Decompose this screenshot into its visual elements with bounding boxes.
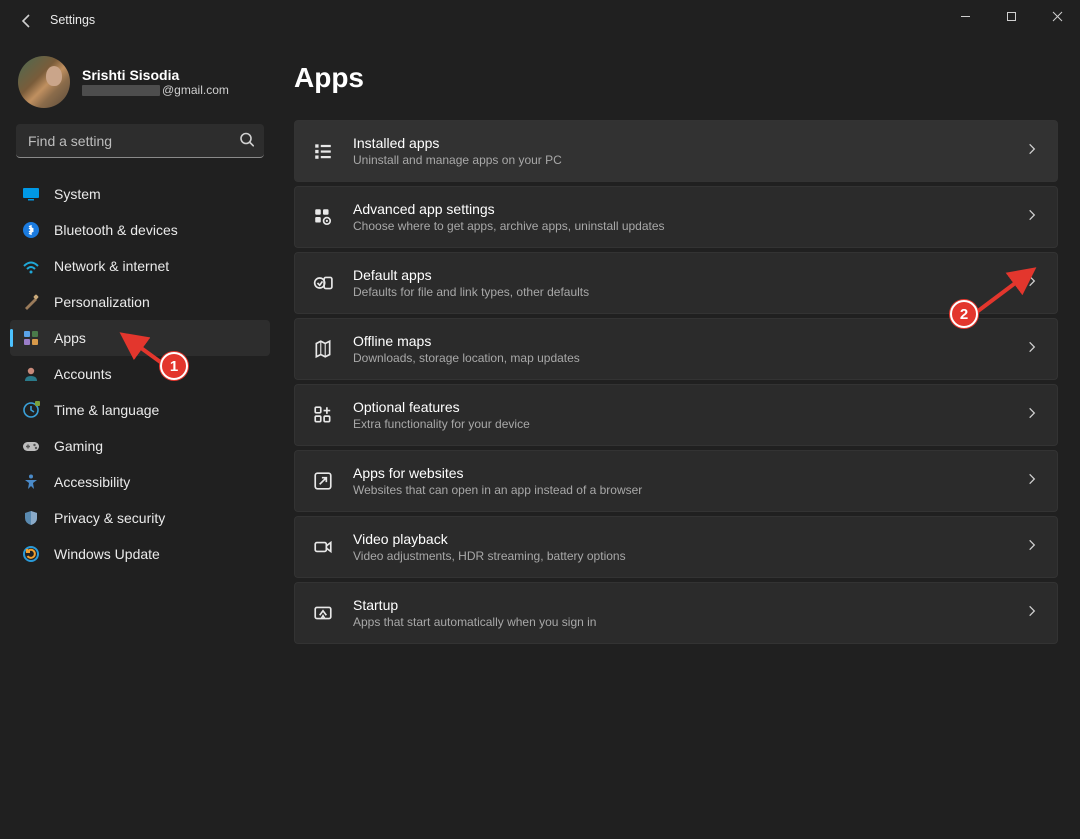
sidebar-item-gaming[interactable]: Gaming: [10, 428, 270, 464]
apps-icon: [22, 329, 40, 347]
brush-icon: [22, 293, 40, 311]
sidebar-item-label: Network & internet: [54, 258, 169, 274]
sidebar-item-label: Accounts: [54, 366, 112, 382]
sidebar-item-time-language[interactable]: Time & language: [10, 392, 270, 428]
card-installed-apps[interactable]: Installed apps Uninstall and manage apps …: [294, 120, 1058, 182]
chevron-right-icon: [1025, 142, 1039, 161]
card-advanced-app-settings[interactable]: Advanced app settings Choose where to get…: [294, 186, 1058, 248]
window-title: Settings: [50, 13, 95, 27]
card-title: Optional features: [353, 399, 1025, 415]
sidebar-item-label: Apps: [54, 330, 86, 346]
card-subtitle: Defaults for file and link types, other …: [353, 285, 1025, 299]
sidebar-item-privacy-security[interactable]: Privacy & security: [10, 500, 270, 536]
user-name: Srishti Sisodia: [82, 67, 229, 83]
sidebar-item-system[interactable]: System: [10, 176, 270, 212]
chevron-right-icon: [1025, 340, 1039, 359]
sidebar-item-label: System: [54, 186, 101, 202]
sidebar-item-label: Privacy & security: [54, 510, 165, 526]
sidebar-item-network-internet[interactable]: Network & internet: [10, 248, 270, 284]
avatar: [18, 56, 70, 108]
card-subtitle: Choose where to get apps, archive apps, …: [353, 219, 1025, 233]
chevron-right-icon: [1025, 538, 1039, 557]
card-title: Apps for websites: [353, 465, 1025, 481]
maximize-button[interactable]: [988, 0, 1034, 32]
sidebar-item-apps[interactable]: Apps: [10, 320, 270, 356]
search-icon: [238, 131, 254, 152]
clock-icon: [22, 401, 40, 419]
grid-plus-icon: [313, 405, 333, 425]
card-subtitle: Video adjustments, HDR streaming, batter…: [353, 549, 1025, 563]
annotation-2: 2: [950, 300, 978, 328]
card-default-apps[interactable]: Default apps Defaults for file and link t…: [294, 252, 1058, 314]
close-button[interactable]: [1034, 0, 1080, 32]
sidebar-item-windows-update[interactable]: Windows Update: [10, 536, 270, 572]
video-icon: [313, 537, 333, 557]
main-content: Apps Installed apps Uninstall and manage …: [280, 40, 1080, 839]
page-title: Apps: [294, 62, 1058, 94]
card-title: Video playback: [353, 531, 1025, 547]
card-title: Advanced app settings: [353, 201, 1025, 217]
wifi-icon: [22, 257, 40, 275]
sidebar-item-label: Time & language: [54, 402, 159, 418]
minimize-button[interactable]: [942, 0, 988, 32]
card-optional-features[interactable]: Optional features Extra functionality for…: [294, 384, 1058, 446]
sidebar-item-label: Accessibility: [54, 474, 130, 490]
chevron-right-icon: [1025, 274, 1039, 293]
chevron-right-icon: [1025, 406, 1039, 425]
sidebar-item-label: Bluetooth & devices: [54, 222, 178, 238]
gaming-icon: [22, 437, 40, 455]
user-block[interactable]: Srishti Sisodia @gmail.com: [10, 50, 270, 124]
email-redacted: [82, 85, 160, 96]
sidebar: Srishti Sisodia @gmail.com System Bluetoo…: [0, 40, 280, 839]
card-title: Installed apps: [353, 135, 1025, 151]
search-input[interactable]: [16, 124, 264, 158]
system-icon: [22, 185, 40, 203]
card-subtitle: Websites that can open in an app instead…: [353, 483, 1025, 497]
list-icon: [313, 141, 333, 161]
card-video-playback[interactable]: Video playback Video adjustments, HDR str…: [294, 516, 1058, 578]
accessibility-icon: [22, 473, 40, 491]
bluetooth-icon: [22, 221, 40, 239]
back-button[interactable]: [12, 6, 40, 34]
sidebar-item-accounts[interactable]: Accounts: [10, 356, 270, 392]
sidebar-item-label: Windows Update: [54, 546, 160, 562]
shield-icon: [22, 509, 40, 527]
card-title: Default apps: [353, 267, 1025, 283]
apps-gear-icon: [313, 207, 333, 227]
annotation-1: 1: [160, 352, 188, 380]
chevron-right-icon: [1025, 604, 1039, 623]
sidebar-item-label: Personalization: [54, 294, 150, 310]
card-subtitle: Apps that start automatically when you s…: [353, 615, 1025, 629]
card-title: Startup: [353, 597, 1025, 613]
card-offline-maps[interactable]: Offline maps Downloads, storage location,…: [294, 318, 1058, 380]
card-subtitle: Extra functionality for your device: [353, 417, 1025, 431]
card-apps-for-websites[interactable]: Apps for websites Websites that can open …: [294, 450, 1058, 512]
sidebar-item-personalization[interactable]: Personalization: [10, 284, 270, 320]
card-title: Offline maps: [353, 333, 1025, 349]
sidebar-item-accessibility[interactable]: Accessibility: [10, 464, 270, 500]
link-square-icon: [313, 471, 333, 491]
window-controls: [942, 0, 1080, 32]
user-email-suffix: @gmail.com: [162, 83, 229, 97]
card-startup[interactable]: Startup Apps that start automatically whe…: [294, 582, 1058, 644]
sidebar-item-label: Gaming: [54, 438, 103, 454]
update-icon: [22, 545, 40, 563]
card-subtitle: Uninstall and manage apps on your PC: [353, 153, 1025, 167]
startup-icon: [313, 603, 333, 623]
sidebar-item-bluetooth-devices[interactable]: Bluetooth & devices: [10, 212, 270, 248]
default-icon: [313, 273, 333, 293]
card-subtitle: Downloads, storage location, map updates: [353, 351, 1025, 365]
titlebar: Settings: [0, 0, 1080, 40]
chevron-right-icon: [1025, 208, 1039, 227]
account-icon: [22, 365, 40, 383]
map-icon: [313, 339, 333, 359]
chevron-right-icon: [1025, 472, 1039, 491]
